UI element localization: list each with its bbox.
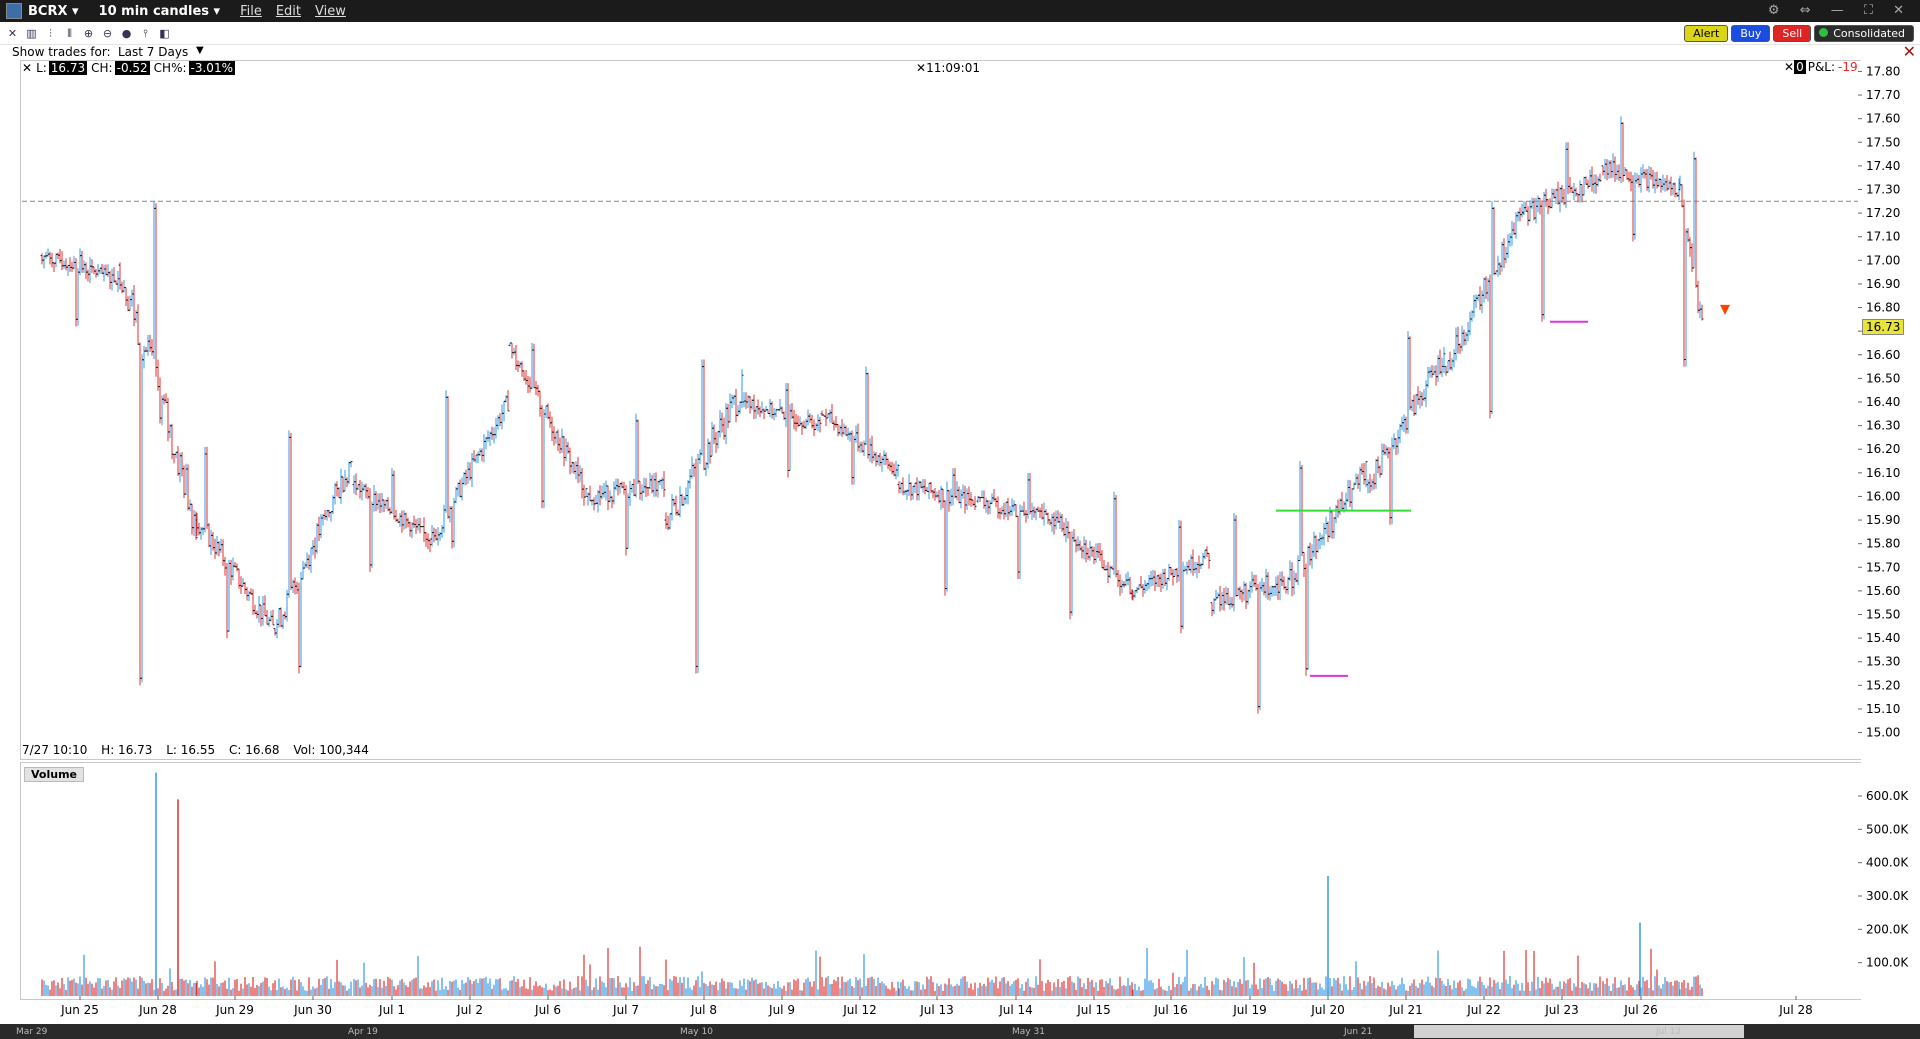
volume-tick-label: 300.0K: [1866, 889, 1909, 903]
price-tick-label: 17.60: [1866, 112, 1900, 126]
price-info-bar: ✕ L: 16.73 CH: -0.52 CH%: -3.01%: [22, 60, 235, 76]
x-tick-label: Jul 21: [1388, 1003, 1423, 1017]
volume-label: Volume: [24, 767, 84, 782]
price-tick-label: 17.30: [1866, 183, 1900, 197]
x-tick-label: Jul 22: [1466, 1003, 1501, 1017]
price-tick-label: 16.30: [1866, 419, 1900, 433]
x-tick-label: Jul 2: [456, 1003, 483, 1017]
volume-tick-label: 100.0K: [1866, 956, 1909, 970]
volume-tick-label: 600.0K: [1866, 789, 1909, 803]
x-tick-label: Jul 20: [1310, 1003, 1345, 1017]
volume-tick-label: 200.0K: [1866, 922, 1909, 936]
x-tick-label: Jul 26: [1623, 1003, 1658, 1017]
last-value: 16.73: [48, 61, 88, 75]
scrollbar-date-label: May 31: [1012, 1027, 1045, 1037]
price-tick-label: 15.10: [1866, 702, 1900, 716]
x-tick-label: Jul 23: [1544, 1003, 1579, 1017]
price-tick-label: 15.90: [1866, 513, 1900, 527]
pnl-label: P&L:: [1807, 60, 1836, 74]
time-label: ✕11:09:01: [916, 61, 980, 75]
x-tick-label: Jul 14: [998, 1003, 1033, 1017]
price-tick-label: 15.40: [1866, 631, 1900, 645]
price-tick-label: 15.70: [1866, 560, 1900, 574]
x-tick-label: Jul 19: [1232, 1003, 1267, 1017]
x-tick-label: Jul 28: [1778, 1003, 1813, 1017]
x-tick-label: Jun 25: [60, 1003, 99, 1017]
price-tick-label: 15.80: [1866, 537, 1900, 551]
time-value: 11:09:01: [926, 61, 980, 75]
price-tick-label: 17.50: [1866, 135, 1900, 149]
price-tick-label: 16.00: [1866, 489, 1900, 503]
price-tick-label: 15.50: [1866, 608, 1900, 622]
remove-time-icon[interactable]: ✕: [916, 61, 926, 75]
x-tick-label: Jul 1: [378, 1003, 405, 1017]
price-tick-label: 16.20: [1866, 442, 1900, 456]
fill-marker-icon: [1720, 304, 1730, 315]
price-tick-label: 15.30: [1866, 655, 1900, 669]
x-tick-label: Jul 12: [842, 1003, 877, 1017]
price-tick-label: 15.00: [1866, 726, 1900, 740]
price-tick-label: 17.10: [1866, 230, 1900, 244]
price-tick-label: 17.80: [1866, 64, 1900, 78]
remove-pnl-icon[interactable]: ✕: [1784, 60, 1794, 74]
scrollbar-date-label: Apr 19: [348, 1027, 378, 1037]
price-tick-label: 16.50: [1866, 371, 1900, 385]
x-tick-label: Jul 15: [1076, 1003, 1111, 1017]
current-price-pill: 16.73: [1862, 319, 1905, 335]
price-tick-label: 16.60: [1866, 348, 1900, 362]
ohlc-volume: Vol: 100,344: [293, 743, 369, 757]
remove-icon[interactable]: ✕: [22, 61, 32, 75]
change-pct-value: -3.01%: [188, 61, 235, 75]
price-tick-label: 17.20: [1866, 206, 1900, 220]
pnl-position: 0: [1794, 60, 1806, 74]
scrollbar-date-label: Jul 12: [1656, 1027, 1682, 1037]
price-tick-label: 16.40: [1866, 395, 1900, 409]
x-tick-label: Jul 7: [612, 1003, 639, 1017]
x-tick-label: Jul 13: [919, 1003, 954, 1017]
x-tick-label: Jun 30: [293, 1003, 332, 1017]
change-value: -0.52: [114, 61, 150, 75]
x-tick-label: Jul 6: [534, 1003, 561, 1017]
price-tick-label: 16.10: [1866, 466, 1900, 480]
ohlc-readout: 7/27 10:10 H: 16.73 L: 16.55 C: 16.68 Vo…: [22, 743, 379, 757]
scrollbar-date-label: May 10: [680, 1027, 713, 1037]
x-tick-label: Jun 29: [215, 1003, 254, 1017]
price-tick-label: 16.90: [1866, 277, 1900, 291]
price-tick-label: 17.00: [1866, 253, 1900, 267]
scrollbar-date-label: Mar 29: [16, 1027, 48, 1037]
ohlc-date: 7/27 10:10: [22, 743, 88, 757]
last-label: L:: [36, 61, 47, 75]
change-pct-label: CH%:: [153, 61, 187, 75]
x-tick-label: Jul 16: [1153, 1003, 1188, 1017]
pnl-value: -19: [1838, 60, 1858, 74]
change-label: CH:: [91, 61, 113, 75]
ohlc-low: L: 16.55: [166, 743, 216, 757]
price-tick-label: 16.80: [1866, 301, 1900, 315]
price-tick-label: 15.60: [1866, 584, 1900, 598]
volume-tick-label: 500.0K: [1866, 822, 1909, 836]
pnl-display: ✕ 0 P&L: -19: [1784, 60, 1858, 74]
x-tick-label: Jul 8: [690, 1003, 717, 1017]
scrollbar-thumb[interactable]: [1414, 1025, 1744, 1038]
price-tick-label: 17.40: [1866, 159, 1900, 173]
ohlc-high: H: 16.73: [101, 743, 153, 757]
price-tick-label: 15.20: [1866, 678, 1900, 692]
x-tick-label: Jul 9: [768, 1003, 795, 1017]
scrollbar-date-label: Jun 21: [1344, 1027, 1373, 1037]
x-tick-label: Jun 28: [138, 1003, 177, 1017]
ohlc-close: C: 16.68: [228, 743, 280, 757]
price-tick-label: 17.70: [1866, 88, 1900, 102]
volume-tick-label: 400.0K: [1866, 856, 1909, 870]
chart-canvas: 17.80 17.70 17.60 17.50 17.40 17.30 17.20 17.10…: [22, 64, 1909, 1017]
